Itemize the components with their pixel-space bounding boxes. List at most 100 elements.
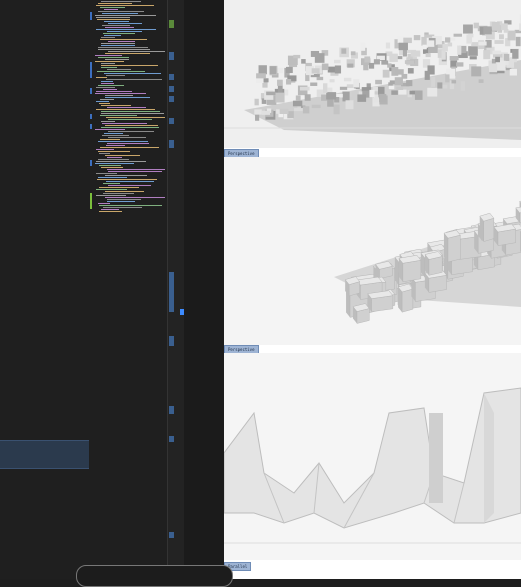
ruler-marker	[169, 336, 174, 346]
minimap-line	[96, 161, 146, 162]
minimap-line	[103, 33, 135, 34]
minimap-line	[96, 17, 130, 18]
minimap-line	[105, 175, 147, 176]
minimap-line	[107, 201, 135, 202]
minimap-line	[98, 3, 132, 4]
ruler-marker	[169, 20, 174, 28]
folded-sheet-render	[224, 353, 521, 560]
ruler-marker	[169, 74, 174, 80]
minimap-line	[101, 63, 115, 64]
minimap-line	[104, 133, 123, 134]
minimap-line	[96, 173, 117, 174]
minimap-line	[95, 129, 125, 130]
minimap-line	[108, 131, 154, 132]
minimap-line	[100, 115, 137, 116]
minimap-line	[98, 159, 129, 160]
ruler-marker	[169, 272, 174, 312]
minimap-line	[95, 55, 122, 56]
minimap-line	[103, 193, 134, 194]
minimap-line	[105, 97, 150, 98]
minimap-line	[105, 59, 129, 60]
ruler-marker	[169, 436, 174, 442]
minimap-line	[105, 197, 165, 198]
minimap[interactable]	[89, 0, 167, 215]
minimap-line	[95, 163, 134, 164]
selected-line-highlight	[0, 440, 89, 469]
viewport-top[interactable]	[224, 0, 521, 148]
minimap-line	[101, 67, 117, 68]
minimap-line	[101, 121, 115, 122]
minimap-line	[96, 5, 154, 6]
minimap-line	[96, 195, 126, 196]
minimap-line	[105, 155, 140, 156]
minimap-line	[106, 79, 162, 80]
minimap-line	[104, 9, 118, 10]
ruler-marker	[169, 96, 174, 102]
minimap-line	[97, 179, 157, 180]
minimap-line	[102, 123, 147, 124]
minimap-line	[99, 165, 121, 166]
minimap-line	[96, 189, 127, 190]
minimap-line	[108, 171, 162, 172]
minimap-line	[106, 75, 125, 76]
minimap-line	[101, 105, 131, 106]
minimap-line	[108, 137, 146, 138]
minimap-line	[99, 205, 162, 206]
minimap-line	[96, 77, 107, 78]
minimap-line	[108, 185, 151, 186]
minimap-line	[96, 87, 115, 88]
minimap-line	[107, 143, 149, 144]
minimap-line	[105, 125, 158, 126]
minimap-change-marker	[90, 114, 92, 119]
minimap-line	[99, 153, 110, 154]
minimap-line	[106, 145, 125, 146]
minimap-line	[98, 151, 130, 152]
pane-divider	[184, 0, 224, 579]
minimap-line	[101, 65, 158, 66]
minimap-line	[96, 29, 156, 30]
blocks-render	[224, 157, 521, 345]
ruler-marker	[169, 532, 174, 538]
minimap-line	[100, 147, 159, 148]
minimap-line	[104, 73, 161, 74]
ruler-marker	[169, 118, 174, 124]
overview-ruler[interactable]	[167, 0, 185, 579]
minimap-line	[100, 39, 147, 40]
ruler-marker	[169, 52, 174, 60]
minimap-line	[103, 89, 117, 90]
minimap-line	[108, 119, 152, 120]
minimap-line	[99, 103, 110, 104]
minimap-line	[99, 211, 122, 212]
minimap-line	[101, 43, 135, 44]
minimap-line	[100, 139, 120, 140]
dense-blocks-render	[224, 0, 521, 148]
minimap-line	[101, 37, 115, 38]
minimap-line	[98, 57, 129, 58]
minimap-line	[105, 95, 133, 96]
minimap-line	[95, 93, 146, 94]
minimap-change-marker	[90, 160, 92, 166]
minimap-line	[95, 61, 124, 62]
minimap-line	[97, 19, 130, 20]
viewport-preview-pane: Perspective Perspective Parallel	[224, 0, 521, 579]
minimap-line	[108, 23, 142, 24]
minimap-line	[98, 203, 110, 204]
ruler-marker	[169, 86, 174, 92]
minimap-line	[98, 11, 144, 12]
minimap-line	[107, 199, 141, 200]
minimap-line	[96, 109, 155, 110]
ruler-marker	[169, 406, 174, 414]
minimap-line	[102, 25, 130, 26]
minimap-line	[102, 135, 129, 136]
minimap-line	[101, 81, 113, 82]
floating-panel[interactable]	[76, 565, 233, 587]
minimap-line	[100, 7, 125, 8]
minimap-line	[103, 183, 120, 184]
viewport-bottom[interactable]	[224, 353, 521, 560]
ruler-marker	[169, 140, 174, 148]
minimap-line	[107, 157, 122, 158]
minimap-line	[96, 101, 109, 102]
viewport-middle[interactable]	[224, 157, 521, 345]
minimap-line	[96, 149, 114, 150]
minimap-change-marker	[90, 62, 92, 78]
